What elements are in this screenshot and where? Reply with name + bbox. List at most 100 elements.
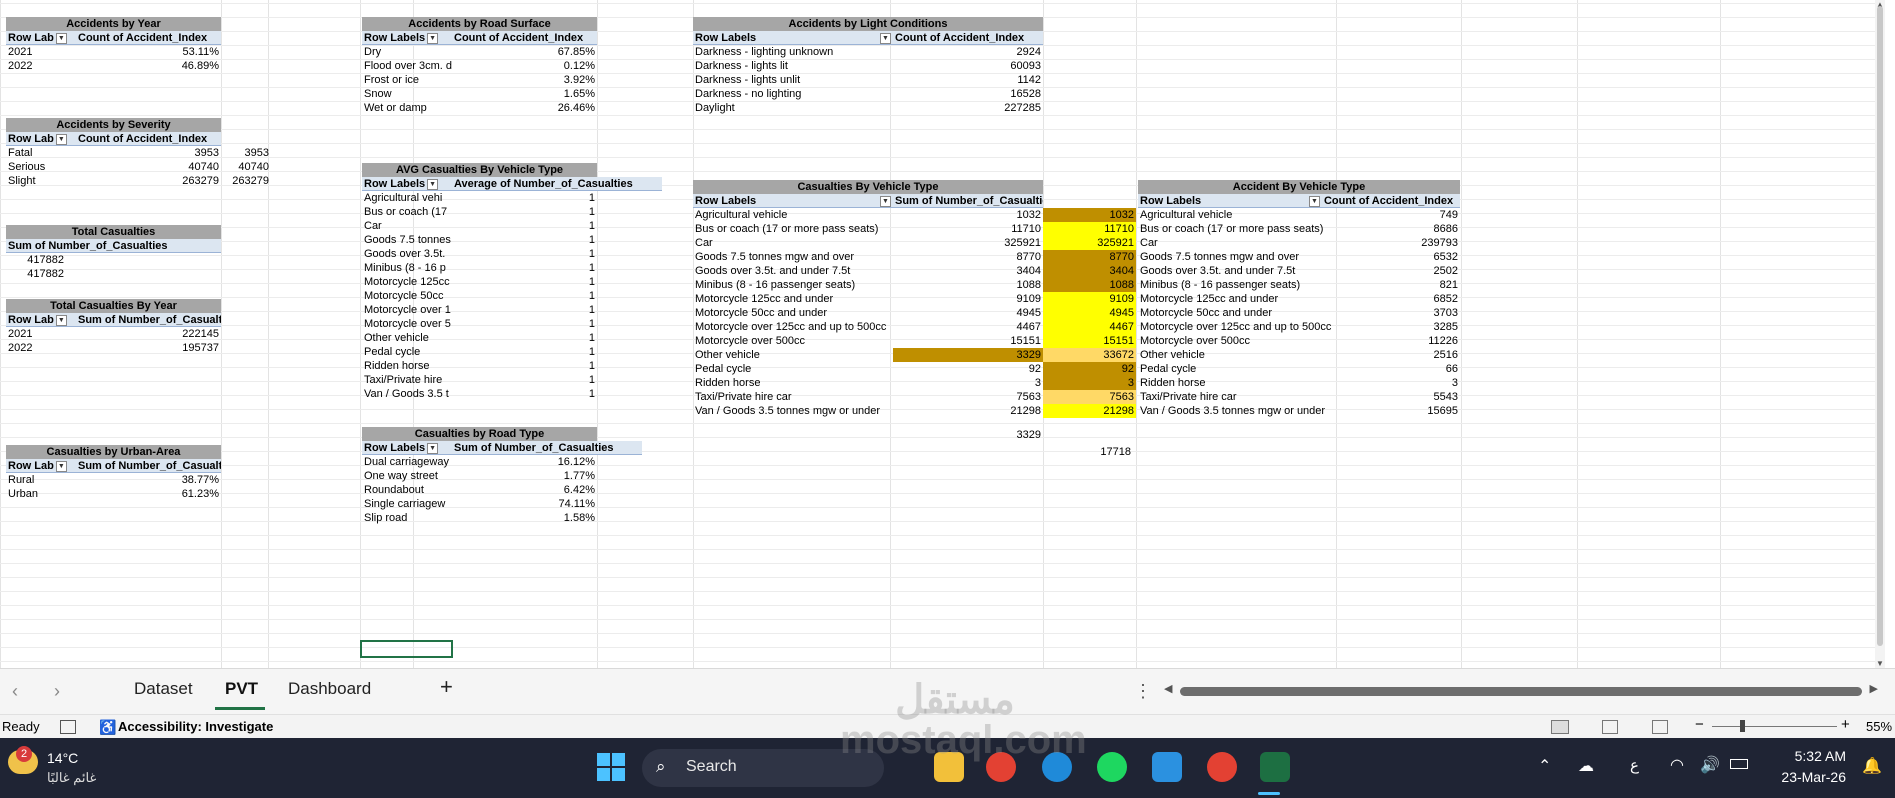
excel-icon[interactable] [1260,752,1290,782]
pivot-cell[interactable]: 1 [452,317,597,331]
row-labels-header[interactable]: Row Labels ▼ [693,194,893,207]
pivot-cell[interactable]: Car [693,236,893,250]
pivot-cell[interactable]: 3329 [893,348,1043,362]
pivot-cell[interactable]: 60093 [893,59,1043,73]
pivot-cell[interactable]: 1 [452,191,597,205]
pivot-cell[interactable]: Goods over 3.5t. and under 7.5t [693,264,893,278]
pivot-cell[interactable]: 3953 [76,146,221,160]
pivot-cell[interactable]: 46.89% [76,59,221,73]
pivot-cell[interactable]: Motorcycle over 500cc [1138,334,1338,348]
pivot-cell[interactable]: Roundabout [362,483,452,497]
pivot-cell[interactable]: Single carriagew [362,497,452,511]
pivot-cell[interactable]: 1 [452,331,597,345]
pivot-cell[interactable]: Motorcycle 50cc and under [693,306,893,320]
pivot-cell[interactable]: 15151 [893,334,1043,348]
pivot-cell[interactable]: 749 [1338,208,1460,222]
pivot-cell[interactable]: Motorcycle over 500cc [693,334,893,348]
pivot-cell[interactable]: Goods 7.5 tonnes mgw and over [693,250,893,264]
pivot-cell[interactable]: Motorcycle 125cc and under [1138,292,1338,306]
pivot-cell[interactable]: Ridden horse [362,359,452,373]
pivot-cell[interactable]: 3404 [893,264,1043,278]
input-language[interactable]: ع [1630,756,1639,774]
pivot-cell[interactable]: 21298 [893,404,1043,418]
pivot-cell[interactable]: 40740 [221,160,271,174]
pivot-cell[interactable]: 1 [452,219,597,233]
cell-value[interactable]: 3329 [993,428,1043,442]
zoom-out-icon[interactable]: − [1695,716,1704,733]
pivot-cell[interactable]: 3.92% [452,73,597,87]
pivot-cell[interactable]: Minibus (8 - 16 passenger seats) [693,278,893,292]
temperature[interactable]: 14°C [47,750,78,766]
cell-value[interactable]: 17718 [1043,445,1133,459]
pivot-cell[interactable]: 0.12% [452,59,597,73]
scroll-left-icon[interactable]: ◀ [1164,682,1172,695]
pivot-cell[interactable]: 1.65% [452,87,597,101]
row-labels-header[interactable]: Row Labels ▼ [1138,194,1322,207]
pivot-cell[interactable]: 11226 [1338,334,1460,348]
pivot-cell[interactable]: 74.11% [452,497,597,511]
pivot-cell[interactable]: 1 [452,303,597,317]
accessibility-status[interactable]: Accessibility: Investigate [118,719,273,734]
pivot-cell[interactable]: Van / Goods 3.5 tonnes mgw or under [693,404,893,418]
pivot-cell[interactable]: 1032 [1043,208,1136,222]
pivot-cell[interactable]: 1 [452,289,597,303]
pivot-cell[interactable]: 4945 [893,306,1043,320]
battery-icon[interactable] [1730,759,1748,769]
pivot-cell[interactable]: 3 [1043,376,1136,390]
chevron-right-icon[interactable]: › [54,681,60,702]
pivot-cell[interactable]: Motorcycle 50cc and under [1138,306,1338,320]
pivot-cell[interactable]: Minibus (8 - 16 passenger seats) [1138,278,1338,292]
pivot-cell[interactable]: 2021 [6,45,76,59]
pivot-cell[interactable]: 325921 [893,236,1043,250]
pivot-cell[interactable]: 2022 [6,341,76,355]
pivot-cell[interactable]: 15695 [1338,404,1460,418]
zoom-slider-thumb[interactable] [1740,720,1745,732]
more-options-icon[interactable]: ⋮ [1134,681,1152,702]
pivot-cell[interactable]: 3953 [221,146,271,160]
pivot-cell[interactable]: Other vehicle [693,348,893,362]
zoom-in-icon[interactable]: + [1841,716,1850,733]
pivot-cell[interactable]: 11710 [1043,222,1136,236]
row-labels-header[interactable]: Row Lab ▼ [6,132,76,145]
spotify-icon[interactable] [1097,752,1127,782]
chevron-left-icon[interactable]: ‹ [12,681,18,702]
pivot-cell[interactable]: Agricultural vehicle [693,208,893,222]
pivot-cell[interactable]: Motorcycle 125cc and under [693,292,893,306]
pivot-cell[interactable]: 16.12% [452,455,597,469]
scroll-right-icon[interactable]: ▶ [1870,682,1878,695]
pivot-cell[interactable]: Motorcycle over 1 [362,303,452,317]
horizontal-scroll-thumb[interactable] [1180,687,1862,696]
pivot-cell[interactable]: Darkness - lighting unknown [693,45,893,59]
pivot-cell[interactable]: Minibus (8 - 16 p [362,261,452,275]
pivot-cell[interactable]: 417882 [6,267,66,281]
pivot-cell[interactable]: 6852 [1338,292,1460,306]
pivot-cell[interactable]: Dual carriageway [362,455,452,469]
pivot-cell[interactable]: 16528 [893,87,1043,101]
pivot-cell[interactable]: 1032 [893,208,1043,222]
pivot-cell[interactable]: 6.42% [452,483,597,497]
pivot-cell[interactable]: Wet or damp [362,101,452,115]
onedrive-icon[interactable]: ☁ [1578,756,1594,776]
pivot-cell[interactable]: Flood over 3cm. d [362,59,452,73]
pivot-cell[interactable]: 67.85% [452,45,597,59]
wifi-icon[interactable]: ◠ [1670,755,1684,775]
macro-record-icon[interactable] [60,720,76,734]
vertical-scrollbar[interactable]: ▲ ▼ [1875,0,1885,668]
row-labels-header[interactable]: Row Labels ▼ [693,31,893,44]
row-labels-header[interactable]: Row Lab ▼ [6,31,76,44]
pivot-cell[interactable]: Motorcycle over 125cc and up to 500cc [1138,320,1338,334]
pivot-cell[interactable]: Van / Goods 3.5 t [362,387,452,401]
pivot-cell[interactable]: 1 [452,247,597,261]
pivot-cell[interactable]: Daylight [693,101,893,115]
pivot-cell[interactable]: 4467 [893,320,1043,334]
pivot-cell[interactable]: 3703 [1338,306,1460,320]
filter-dropdown-icon[interactable]: ▼ [55,460,67,472]
pivot-cell[interactable]: 417882 [6,253,66,267]
filter-dropdown-icon[interactable]: ▼ [1308,196,1320,207]
pivot-cell[interactable]: Taxi/Private hire [362,373,452,387]
pivot-cell[interactable]: 38.77% [76,473,221,487]
pivot-cell[interactable]: 66 [1338,362,1460,376]
pivot-cell[interactable]: 92 [893,362,1043,376]
pivot-cell[interactable]: Goods 7.5 tonnes mgw and over [1138,250,1338,264]
filter-dropdown-icon[interactable]: ▼ [880,196,891,207]
